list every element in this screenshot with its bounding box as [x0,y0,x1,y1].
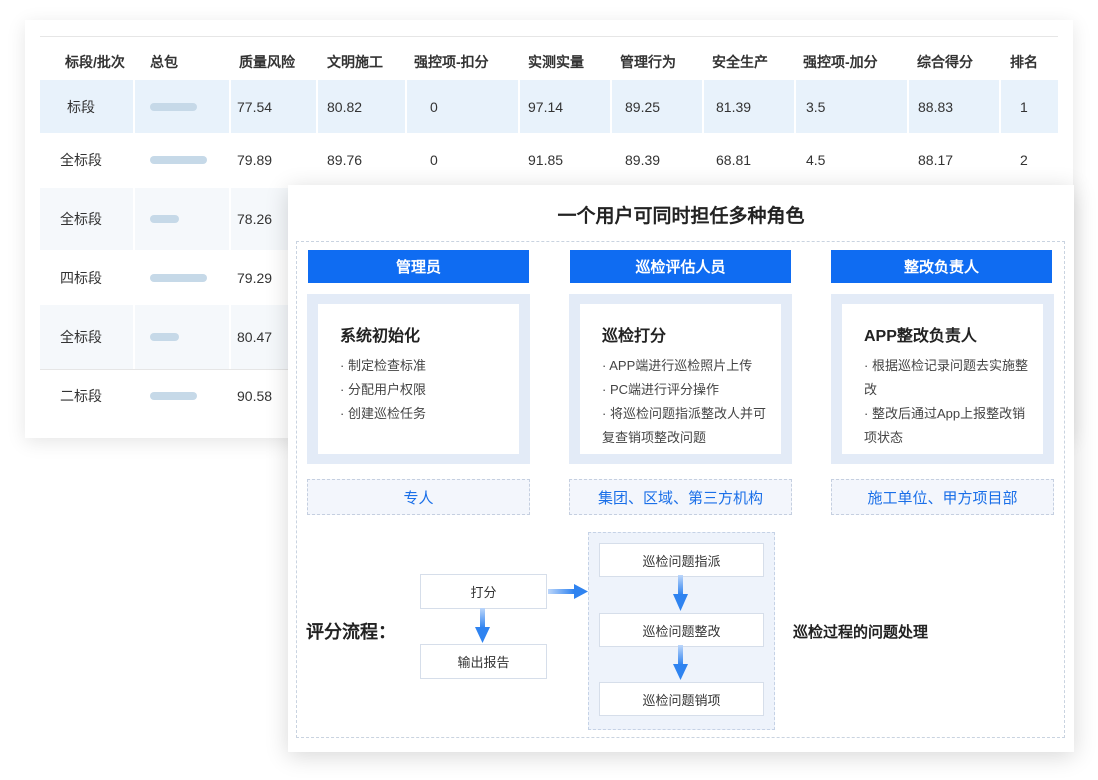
cell-management: 89.39 [625,151,661,168]
arrow-assign-to-rectify [673,575,688,611]
cell-measurement: 97.14 [528,98,564,115]
column-divider [794,80,796,133]
column-divider [907,80,909,133]
col-header-civilized: 文明施工 [327,54,383,70]
cell-contractor [150,133,207,186]
cell-segment: 全标段 [60,211,102,227]
cell-total-score: 88.17 [918,151,954,168]
column-divider [405,80,407,133]
col-header-segment: 标段/批次 [65,54,125,70]
cell-contractor [150,370,197,422]
table-header: 标段/批次 总包 质量风险 文明施工 强控项-扣分 实测实量 管理行为 安全生产… [40,46,1058,78]
cell-total-score: 88.83 [918,98,954,115]
redacted-name-bar [150,273,207,282]
redacted-name-bar [150,102,197,111]
cell-civilized: 89.76 [327,151,363,168]
col-header-quality-risk: 质量风险 [239,54,295,70]
column-divider [229,188,231,250]
flow-arrows [475,575,688,680]
col-header-safety: 安全生产 [712,54,768,70]
cell-quality-risk: 79.29 [237,269,273,286]
cell-control-bonus: 4.5 [806,151,826,168]
cell-quality-risk: 78.26 [237,211,273,227]
cell-quality-risk: 77.54 [237,98,273,115]
cell-control-bonus: 3.5 [806,98,826,115]
redacted-name-bar [150,392,197,400]
col-header-contractor: 总包 [150,54,178,70]
redacted-name-bar [150,215,179,223]
cell-safety: 81.39 [716,98,752,115]
cell-segment: 二标段 [60,388,102,404]
column-divider [610,80,612,133]
cell-contractor [150,250,207,305]
cell-segment: 全标段 [60,151,102,168]
cell-measurement: 91.85 [528,151,564,168]
cell-rank: 2 [1020,151,1028,168]
cell-control-deduct: 0 [430,151,438,168]
redacted-name-bar [150,333,179,341]
cell-rank: 1 [1020,98,1028,115]
table-top-divider [40,36,1058,37]
column-divider [999,80,1001,133]
column-divider [316,80,318,133]
col-header-control-bonus: 强控项-加分 [803,54,878,70]
column-divider [229,80,231,133]
arrow-score-to-report [475,608,490,643]
redacted-name-bar [150,155,207,164]
arrow-rectify-to-close [673,645,688,680]
col-header-control-deduct: 强控项-扣分 [414,54,489,70]
col-header-measurement: 实测实量 [528,54,584,70]
cell-quality-risk: 90.58 [237,388,273,404]
cell-quality-risk: 79.89 [237,151,273,168]
cell-segment: 全标段 [60,329,102,345]
cell-control-deduct: 0 [430,98,438,115]
cell-management: 89.25 [625,98,661,115]
cell-civilized: 80.82 [327,98,363,115]
column-divider [133,188,135,250]
column-divider [702,80,704,133]
column-divider [518,80,520,133]
cell-contractor [150,305,179,369]
cell-segment: 标段 [67,98,95,115]
col-header-management: 管理行为 [620,54,676,70]
column-divider [133,305,135,369]
col-header-total-score: 综合得分 [917,54,973,70]
cell-segment: 四标段 [60,269,102,286]
table-row[interactable]: 标段 77.54 80.82 0 97.14 89.25 81.39 3.5 8… [40,80,1058,133]
cell-safety: 68.81 [716,151,752,168]
table-row[interactable]: 全标段 79.89 89.76 0 91.85 89.39 68.81 4.5 … [40,133,1058,186]
roles-panel: 一个用户可同时担任多种角色 管理员 系统初始化 · 制定检查标准 · 分配用户权… [288,185,1074,752]
cell-contractor [150,80,197,133]
column-divider [133,80,135,133]
column-divider [229,305,231,369]
arrow-score-to-issues [548,584,588,599]
cell-contractor [150,188,179,250]
cell-quality-risk: 80.47 [237,329,273,345]
col-header-rank: 排名 [1010,54,1038,70]
